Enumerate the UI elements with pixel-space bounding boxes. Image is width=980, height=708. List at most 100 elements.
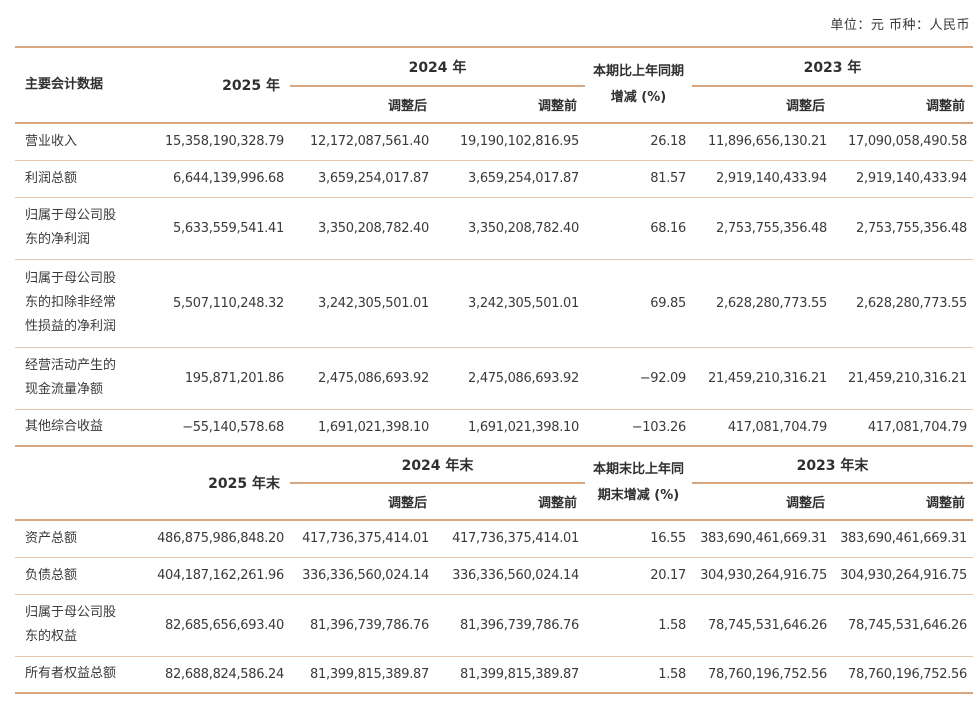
value-change: 20.17 <box>585 556 692 594</box>
value-2025: 82,685,656,693.40 <box>130 593 290 656</box>
header-2024-end-adjusted-before: 调整前 <box>537 496 577 511</box>
section1-header-row-1: 主要会计数据 2025 年 2024 年 本期比上年同期增减 (%) 2023 … <box>15 46 973 123</box>
table-row: 其他综合收益 −55,140,578.68 1,691,021,398.10 1… <box>15 408 973 446</box>
value-2024-adjusted: 81,396,739,786.76 <box>290 593 435 656</box>
value-2023-adjusted: 2,628,280,773.55 <box>692 258 833 347</box>
value-2023-adjusted: 78,745,531,646.26 <box>692 593 833 656</box>
value-2024-original: 2,475,086,693.92 <box>435 346 585 409</box>
header-2023-end-adjusted-before: 调整前 <box>925 496 965 511</box>
value-2025: −55,140,578.68 <box>130 408 290 446</box>
value-2024-original: 417,736,375,414.01 <box>435 519 585 557</box>
header-2023-adjusted-after: 调整后 <box>785 99 825 114</box>
value-2024-original: 1,691,021,398.10 <box>435 408 585 446</box>
value-2024-adjusted: 12,172,087,561.40 <box>290 122 435 160</box>
value-2023-original: 17,090,058,490.58 <box>833 122 973 160</box>
header-2023: 2023 年 <box>692 46 973 87</box>
value-2024-adjusted: 336,336,560,024.14 <box>290 556 435 594</box>
table-row: 营业收入 15,358,190,328.79 12,172,087,561.40… <box>15 122 973 160</box>
table-row: 经营活动产生的现金流量净额 195,871,201.86 2,475,086,6… <box>15 346 973 409</box>
value-2023-adjusted: 21,459,210,316.21 <box>692 346 833 409</box>
row-label: 其他综合收益 <box>15 408 130 446</box>
value-2024-original: 19,190,102,816.95 <box>435 122 585 160</box>
header-main-accounting-data: 主要会计数据 <box>15 46 130 123</box>
table-row: 负债总额 404,187,162,261.96 336,336,560,024.… <box>15 556 973 594</box>
header-2024-end-adjusted-after: 调整后 <box>387 496 427 511</box>
header-2025: 2025 年 <box>130 46 290 123</box>
table-row: 归属于母公司股东的扣除非经常性损益的净利润 5,507,110,248.32 3… <box>15 258 973 347</box>
row-label: 归属于母公司股东的权益 <box>15 593 130 656</box>
value-2025: 5,507,110,248.32 <box>130 258 290 347</box>
section2-header-row-1: 2025 年末 2024 年末 本期末比上年同期末增减 (%) 2023 年末 <box>15 445 973 520</box>
header-2023-adjusted-before: 调整前 <box>925 99 965 114</box>
row-label: 归属于母公司股东的净利润 <box>15 196 130 259</box>
header-2024-end: 2024 年末 <box>290 445 585 484</box>
row-label: 所有者权益总额 <box>15 655 130 694</box>
value-change: −92.09 <box>585 346 692 409</box>
value-change: 26.18 <box>585 122 692 160</box>
table-row: 所有者权益总额 82,688,824,586.24 81,399,815,389… <box>15 655 973 694</box>
value-2024-adjusted: 3,350,208,782.40 <box>290 196 435 259</box>
value-2023-original: 2,628,280,773.55 <box>833 258 973 347</box>
value-2023-adjusted: 304,930,264,916.75 <box>692 556 833 594</box>
value-2024-original: 81,396,739,786.76 <box>435 593 585 656</box>
financial-data-table: 主要会计数据 2025 年 2024 年 本期比上年同期增减 (%) 2023 … <box>15 46 973 694</box>
value-2023-original: 417,081,704.79 <box>833 408 973 446</box>
value-change: 1.58 <box>585 593 692 656</box>
row-label: 经营活动产生的现金流量净额 <box>15 346 130 409</box>
value-2024-adjusted: 2,475,086,693.92 <box>290 346 435 409</box>
row-label: 资产总额 <box>15 519 130 557</box>
header-blank <box>15 445 130 520</box>
value-2023-original: 78,745,531,646.26 <box>833 593 973 656</box>
value-2023-original: 304,930,264,916.75 <box>833 556 973 594</box>
value-2025: 5,633,559,541.41 <box>130 196 290 259</box>
value-2023-original: 383,690,461,669.31 <box>833 519 973 557</box>
header-2025-end: 2025 年末 <box>130 445 290 520</box>
header-2023-end-adjusted-after: 调整后 <box>785 496 825 511</box>
table-row: 利润总额 6,644,139,996.68 3,659,254,017.87 3… <box>15 159 973 197</box>
value-change: 81.57 <box>585 159 692 197</box>
value-2024-original: 3,350,208,782.40 <box>435 196 585 259</box>
header-2024-adjusted-before: 调整前 <box>537 99 577 114</box>
header-yoy-change: 本期比上年同期增减 (%) <box>585 46 692 123</box>
value-2023-original: 21,459,210,316.21 <box>833 346 973 409</box>
value-2025: 195,871,201.86 <box>130 346 290 409</box>
header-2024: 2024 年 <box>290 46 585 87</box>
row-label: 负债总额 <box>15 556 130 594</box>
value-2024-adjusted: 3,659,254,017.87 <box>290 159 435 197</box>
value-change: 16.55 <box>585 519 692 557</box>
value-2023-adjusted: 78,760,196,752.56 <box>692 655 833 694</box>
value-2025: 6,644,139,996.68 <box>130 159 290 197</box>
table-row: 归属于母公司股东的净利润 5,633,559,541.41 3,350,208,… <box>15 196 973 259</box>
table-row: 资产总额 486,875,986,848.20 417,736,375,414.… <box>15 519 973 557</box>
value-2025: 82,688,824,586.24 <box>130 655 290 694</box>
value-2023-original: 78,760,196,752.56 <box>833 655 973 694</box>
value-2024-adjusted: 81,399,815,389.87 <box>290 655 435 694</box>
table-row: 归属于母公司股东的权益 82,685,656,693.40 81,396,739… <box>15 593 973 656</box>
value-change: 68.16 <box>585 196 692 259</box>
value-2024-adjusted: 3,242,305,501.01 <box>290 258 435 347</box>
value-2024-original: 3,242,305,501.01 <box>435 258 585 347</box>
value-2023-original: 2,753,755,356.48 <box>833 196 973 259</box>
value-2025: 15,358,190,328.79 <box>130 122 290 160</box>
value-change: 1.58 <box>585 655 692 694</box>
value-2023-original: 2,919,140,433.94 <box>833 159 973 197</box>
value-2023-adjusted: 417,081,704.79 <box>692 408 833 446</box>
value-2024-adjusted: 1,691,021,398.10 <box>290 408 435 446</box>
value-2023-adjusted: 2,753,755,356.48 <box>692 196 833 259</box>
value-2023-adjusted: 11,896,656,130.21 <box>692 122 833 160</box>
value-2024-adjusted: 417,736,375,414.01 <box>290 519 435 557</box>
value-2024-original: 81,399,815,389.87 <box>435 655 585 694</box>
value-change: −103.26 <box>585 408 692 446</box>
row-label: 利润总额 <box>15 159 130 197</box>
header-2024-adjusted-after: 调整后 <box>387 99 427 114</box>
value-2025: 404,187,162,261.96 <box>130 556 290 594</box>
value-2024-original: 3,659,254,017.87 <box>435 159 585 197</box>
header-2023-end: 2023 年末 <box>692 445 973 484</box>
row-label: 归属于母公司股东的扣除非经常性损益的净利润 <box>15 258 130 347</box>
header-period-end-change: 本期末比上年同期末增减 (%) <box>585 445 692 520</box>
row-label: 营业收入 <box>15 122 130 160</box>
unit-currency-label: 单位：元 币种：人民币 <box>830 18 970 33</box>
value-2025: 486,875,986,848.20 <box>130 519 290 557</box>
value-2024-original: 336,336,560,024.14 <box>435 556 585 594</box>
value-2023-adjusted: 383,690,461,669.31 <box>692 519 833 557</box>
